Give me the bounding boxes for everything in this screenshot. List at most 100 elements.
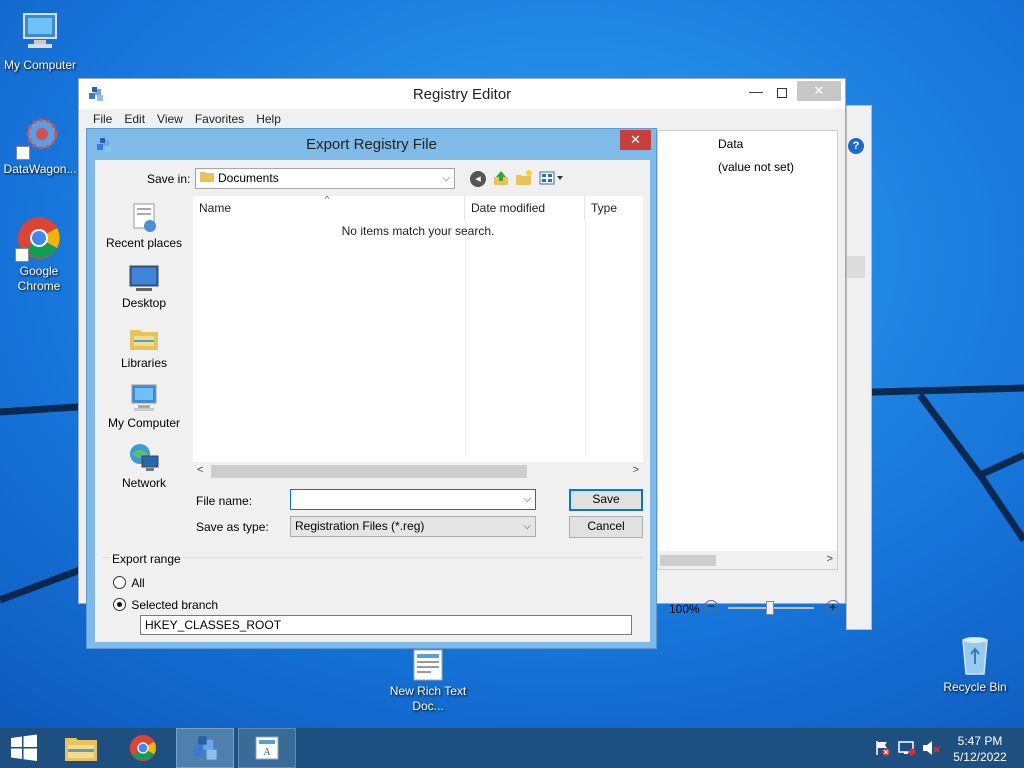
volume-muted-icon[interactable] bbox=[922, 740, 940, 759]
place-label: My Computer bbox=[107, 416, 181, 430]
menu-edit[interactable]: Edit bbox=[118, 110, 151, 128]
registry-editor-menubar: File Edit View Favorites Help bbox=[87, 110, 287, 128]
menu-view[interactable]: View bbox=[151, 110, 189, 128]
desktop-icon-label: Google Chrome bbox=[17, 264, 61, 293]
file-list-horizontal-scrollbar[interactable]: < > bbox=[193, 462, 643, 480]
start-button[interactable] bbox=[0, 728, 48, 768]
radio-all-circle[interactable] bbox=[113, 576, 126, 590]
desktop-icon-my-computer[interactable]: My Computer bbox=[0, 8, 80, 73]
taskbar-google-chrome[interactable] bbox=[114, 728, 172, 768]
column-divider bbox=[585, 220, 586, 456]
menu-file[interactable]: File bbox=[87, 110, 118, 128]
help-window-edge[interactable]: ? bbox=[846, 105, 872, 630]
column-header-date-modified[interactable]: Date modified bbox=[465, 196, 585, 220]
save-button[interactable]: Save bbox=[569, 489, 643, 511]
zoom-out-icon[interactable]: − bbox=[704, 600, 718, 614]
save-as-type-dropdown[interactable]: Registration Files (*.reg) ⌵ bbox=[290, 516, 536, 537]
values-horizontal-scrollbar[interactable]: > bbox=[658, 551, 837, 569]
clock-time[interactable]: 5:47 PM bbox=[950, 734, 1010, 748]
desktop-icon-datawagon[interactable]: DataWagon... bbox=[0, 112, 80, 177]
desktop-icon bbox=[128, 262, 160, 294]
registry-editor-icon bbox=[193, 736, 217, 760]
scroll-right-icon[interactable]: > bbox=[633, 464, 639, 476]
menu-favorites[interactable]: Favorites bbox=[189, 110, 250, 128]
menu-help[interactable]: Help bbox=[250, 110, 287, 128]
registry-editor-titlebar[interactable]: Registry Editor — ✕ bbox=[79, 79, 845, 109]
wordpad-icon: A bbox=[255, 736, 279, 760]
network-status-icon[interactable] bbox=[898, 740, 916, 759]
save-in-value: Documents bbox=[218, 171, 279, 185]
help-icon[interactable]: ? bbox=[848, 138, 864, 154]
taskbar: A 5:47 PM 5/12/2022 bbox=[0, 728, 1024, 768]
column-header-type[interactable]: Type bbox=[585, 196, 643, 220]
recycle-bin-icon bbox=[951, 630, 999, 678]
selected-branch-input[interactable]: HKEY_CLASSES_ROOT bbox=[140, 615, 632, 635]
radio-selected-branch-circle[interactable] bbox=[113, 598, 126, 612]
place-network[interactable]: Network bbox=[95, 442, 193, 490]
chrome-icon bbox=[15, 214, 63, 262]
data-value-cell: (value not set) bbox=[718, 160, 795, 174]
network-icon bbox=[128, 442, 160, 474]
radio-all[interactable]: All bbox=[113, 575, 145, 591]
data-column-header[interactable]: Data bbox=[718, 137, 743, 151]
save-in-dropdown[interactable]: Documents ⌵ bbox=[195, 168, 455, 189]
place-libraries[interactable]: Libraries bbox=[95, 322, 193, 370]
maximize-icon[interactable] bbox=[769, 83, 795, 103]
place-my-computer[interactable]: My Computer bbox=[95, 382, 193, 430]
action-center-flag-icon[interactable] bbox=[874, 740, 890, 759]
desktop-icon-label: My Computer bbox=[3, 58, 77, 72]
up-folder-icon[interactable] bbox=[492, 169, 510, 190]
export-dialog-titlebar[interactable]: Export Registry File ✕ bbox=[87, 129, 656, 159]
column-divider bbox=[465, 220, 466, 456]
scroll-left-icon[interactable]: < bbox=[197, 464, 203, 476]
shortcut-arrow-icon bbox=[16, 146, 30, 160]
taskbar-wordpad[interactable]: A bbox=[238, 728, 296, 768]
places-bar: Recent places Desktop Libraries My Compu… bbox=[95, 196, 193, 498]
place-label: Recent places bbox=[105, 236, 183, 250]
zoom-in-icon[interactable]: + bbox=[826, 600, 840, 614]
minimize-icon[interactable]: — bbox=[743, 83, 769, 103]
chevron-down-icon: ⌵ bbox=[523, 494, 531, 505]
registry-values-pane[interactable]: Data (value not set) > bbox=[657, 130, 838, 570]
help-window-scroll-track bbox=[847, 256, 865, 278]
place-label: Libraries bbox=[120, 356, 168, 370]
libraries-icon bbox=[128, 322, 160, 354]
file-name-label: File name: bbox=[196, 494, 253, 508]
save-as-type-label: Save as type: bbox=[196, 520, 269, 534]
new-folder-icon[interactable] bbox=[515, 169, 533, 190]
export-registry-dialog[interactable]: Export Registry File ✕ Save in: Document… bbox=[86, 128, 657, 649]
place-desktop[interactable]: Desktop bbox=[95, 262, 193, 310]
scroll-right-icon[interactable]: > bbox=[827, 553, 833, 565]
desktop-icon-recycle-bin[interactable]: Recycle Bin bbox=[935, 630, 1015, 695]
computer-icon bbox=[16, 8, 64, 56]
zoom-slider-thumb[interactable] bbox=[766, 601, 774, 615]
place-recent-places[interactable]: Recent places bbox=[95, 202, 193, 250]
view-menu-icon[interactable] bbox=[539, 170, 565, 189]
scrollbar-thumb[interactable] bbox=[660, 555, 716, 566]
cancel-button[interactable]: Cancel bbox=[569, 516, 643, 538]
save-in-label: Save in: bbox=[147, 172, 191, 186]
close-icon[interactable]: ✕ bbox=[620, 130, 651, 150]
chevron-down-icon: ⌵ bbox=[442, 173, 450, 184]
clock-date[interactable]: 5/12/2022 bbox=[950, 750, 1010, 764]
wordpad-document-icon bbox=[411, 648, 445, 682]
taskbar-registry-editor[interactable] bbox=[176, 728, 234, 768]
back-icon[interactable]: ◂ bbox=[470, 171, 486, 187]
export-dialog-title: Export Registry File bbox=[306, 136, 437, 153]
svg-text:A: A bbox=[263, 747, 271, 758]
close-icon[interactable]: ✕ bbox=[797, 81, 841, 101]
radio-selected-branch[interactable]: Selected branch bbox=[113, 597, 218, 613]
computer-icon bbox=[128, 382, 160, 414]
radio-selected-dot bbox=[117, 602, 122, 608]
zoom-slider[interactable] bbox=[728, 601, 814, 615]
desktop-icon-new-rich-text-doc[interactable]: New Rich Text Doc... bbox=[388, 648, 468, 714]
file-list[interactable]: Name ^ Date modified Type No items match… bbox=[193, 194, 643, 480]
taskbar-file-explorer[interactable] bbox=[52, 728, 110, 768]
empty-message: No items match your search. bbox=[341, 224, 495, 238]
zoom-controls: − + bbox=[658, 597, 846, 619]
scrollbar-thumb[interactable] bbox=[211, 465, 527, 478]
desktop-icon-google-chrome[interactable]: Google Chrome bbox=[0, 214, 78, 294]
export-dialog-body: Save in: Documents ⌵ ◂ Recent places Des… bbox=[95, 160, 650, 642]
file-name-input[interactable]: ⌵ bbox=[290, 489, 536, 510]
chrome-icon bbox=[129, 734, 157, 762]
